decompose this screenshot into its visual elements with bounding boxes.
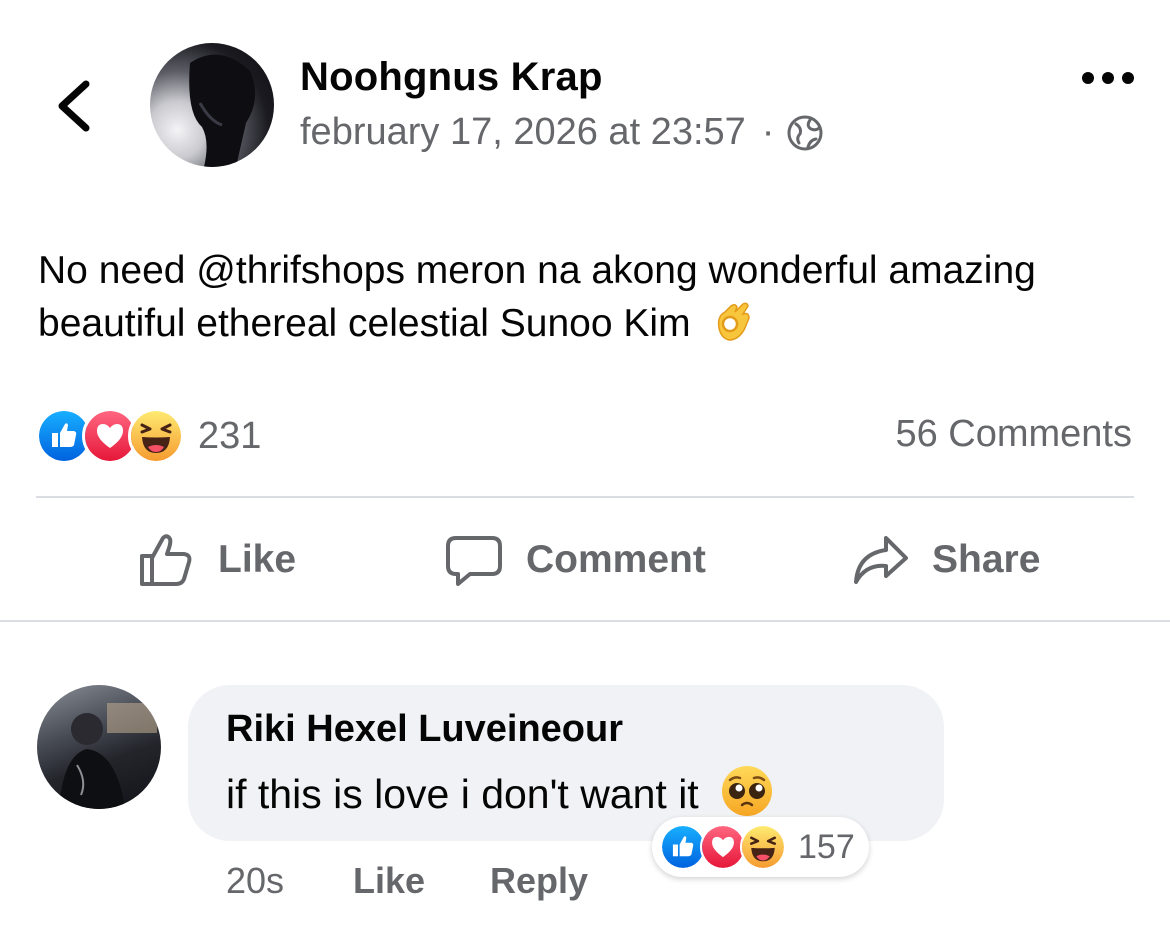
share-button[interactable]: Share <box>850 525 1040 595</box>
pleading-face-emoji <box>722 766 773 816</box>
haha-reaction-icon <box>740 824 786 870</box>
comment-label: Comment <box>526 538 706 581</box>
commenter-name[interactable]: Riki Hexel Luveineour <box>226 708 623 751</box>
globe-icon <box>787 115 823 150</box>
like-label: Like <box>218 538 297 581</box>
comment-reply-button[interactable]: Reply <box>490 860 588 902</box>
reactions-summary[interactable]: 231 <box>36 408 262 464</box>
comment-timestamp: 20s <box>226 860 285 901</box>
thumbs-up-icon <box>140 534 192 586</box>
haha-reaction-icon <box>128 408 184 464</box>
reaction-count: 231 <box>198 414 262 457</box>
comment-button[interactable]: Comment <box>444 525 706 595</box>
comment-like-button[interactable]: Like <box>353 860 425 902</box>
divider <box>36 496 1134 498</box>
ok-hand-emoji <box>718 302 751 341</box>
meta-separator: · <box>761 111 775 153</box>
like-button[interactable]: Like <box>136 525 296 595</box>
comment-text: if this is love i don't want it <box>226 764 774 818</box>
comments-count-link[interactable]: 56 Comments <box>895 413 1132 456</box>
post-text: No need @thrifshops meron na akong wonde… <box>38 244 1128 350</box>
back-chevron-icon[interactable] <box>52 78 96 134</box>
share-label: Share <box>932 538 1041 581</box>
post-text-content: No need @thrifshops meron na akong wonde… <box>38 249 1036 345</box>
more-dots-icon[interactable] <box>1080 66 1136 90</box>
reaction-icons <box>36 408 184 464</box>
post-meta: february 17, 2026 at 23:57 · <box>300 111 824 154</box>
comment-text-content: if this is love i don't want it <box>226 771 699 817</box>
commenter-avatar[interactable] <box>37 685 161 809</box>
post-timestamp[interactable]: february 17, 2026 at 23:57 <box>300 111 746 154</box>
comment-bubble-icon <box>446 536 502 586</box>
section-divider <box>0 620 1170 622</box>
comment-reaction-count: 157 <box>798 827 855 866</box>
share-arrow-icon <box>854 536 908 584</box>
author-avatar[interactable] <box>150 43 274 167</box>
author-name[interactable]: Noohgnus Krap <box>300 55 603 100</box>
comment-reactions[interactable]: 157 <box>652 817 869 877</box>
